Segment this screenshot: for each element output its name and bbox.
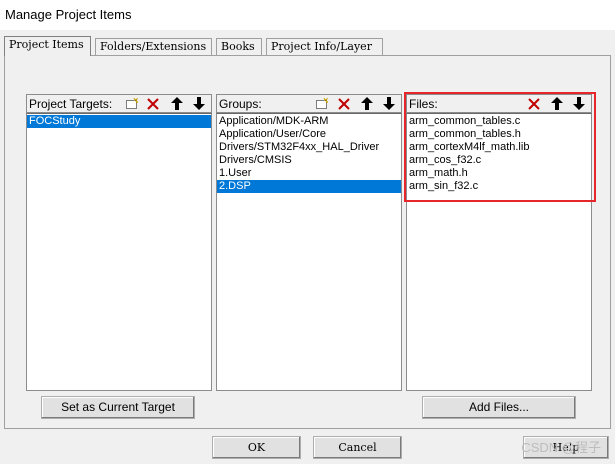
list-item[interactable]: Drivers/STM32F4xx_HAL_Driver <box>217 141 401 154</box>
groups-header: Groups: <box>216 94 402 113</box>
window-title: Manage Project Items <box>5 7 132 22</box>
files-label: Files: <box>409 97 438 111</box>
list-item[interactable]: arm_math.h <box>407 167 591 180</box>
list-item[interactable]: Drivers/CMSIS <box>217 154 401 167</box>
dialog-body: Project Items Folders/Extensions Books P… <box>0 30 615 464</box>
targets-list[interactable]: FOCStudy <box>26 113 212 391</box>
list-item[interactable]: Application/User/Core <box>217 128 401 141</box>
add-files-button[interactable]: Add Files... <box>422 396 576 419</box>
title-bar: Manage Project Items <box>0 0 615 30</box>
files-header: Files: <box>406 94 592 113</box>
targets-label: Project Targets: <box>29 97 113 111</box>
list-item[interactable]: 1.User <box>217 167 401 180</box>
list-item[interactable]: arm_sin_f32.c <box>407 180 591 193</box>
delete-icon[interactable] <box>144 96 161 111</box>
targets-header: Project Targets: <box>26 94 212 113</box>
new-item-icon[interactable] <box>313 96 330 111</box>
list-item[interactable]: arm_common_tables.c <box>407 115 591 128</box>
new-item-icon[interactable] <box>123 96 140 111</box>
groups-label: Groups: <box>219 97 262 111</box>
groups-list[interactable]: Application/MDK-ARM Application/User/Cor… <box>216 113 402 391</box>
list-item[interactable]: arm_common_tables.h <box>407 128 591 141</box>
move-down-icon[interactable] <box>380 96 397 111</box>
tab-project-info-layer[interactable]: Project Info/Layer <box>266 38 383 55</box>
move-down-icon[interactable] <box>570 96 587 111</box>
ok-button[interactable]: OK <box>212 436 301 459</box>
list-item[interactable]: 2.DSP <box>217 180 401 193</box>
list-item[interactable]: FOCStudy <box>27 115 211 128</box>
delete-icon[interactable] <box>525 96 542 111</box>
move-up-icon[interactable] <box>358 96 375 111</box>
watermark: CSDN @程子 <box>521 440 601 455</box>
files-list[interactable]: arm_common_tables.c arm_common_tables.h … <box>406 113 592 391</box>
move-down-icon[interactable] <box>190 96 207 111</box>
tab-panel: Project Targets: FOCStudy Groups: Applic… <box>4 55 611 429</box>
list-item[interactable]: arm_cortexM4lf_math.lib <box>407 141 591 154</box>
move-up-icon[interactable] <box>168 96 185 111</box>
list-item[interactable]: arm_cos_f32.c <box>407 154 591 167</box>
set-current-target-button[interactable]: Set as Current Target <box>41 396 195 419</box>
list-item[interactable]: Application/MDK-ARM <box>217 115 401 128</box>
delete-icon[interactable] <box>335 96 352 111</box>
cancel-button[interactable]: Cancel <box>313 436 402 459</box>
tab-folders-extensions[interactable]: Folders/Extensions <box>95 38 212 55</box>
move-up-icon[interactable] <box>548 96 565 111</box>
tab-books[interactable]: Books <box>216 38 262 55</box>
tab-project-items[interactable]: Project Items <box>4 36 91 56</box>
